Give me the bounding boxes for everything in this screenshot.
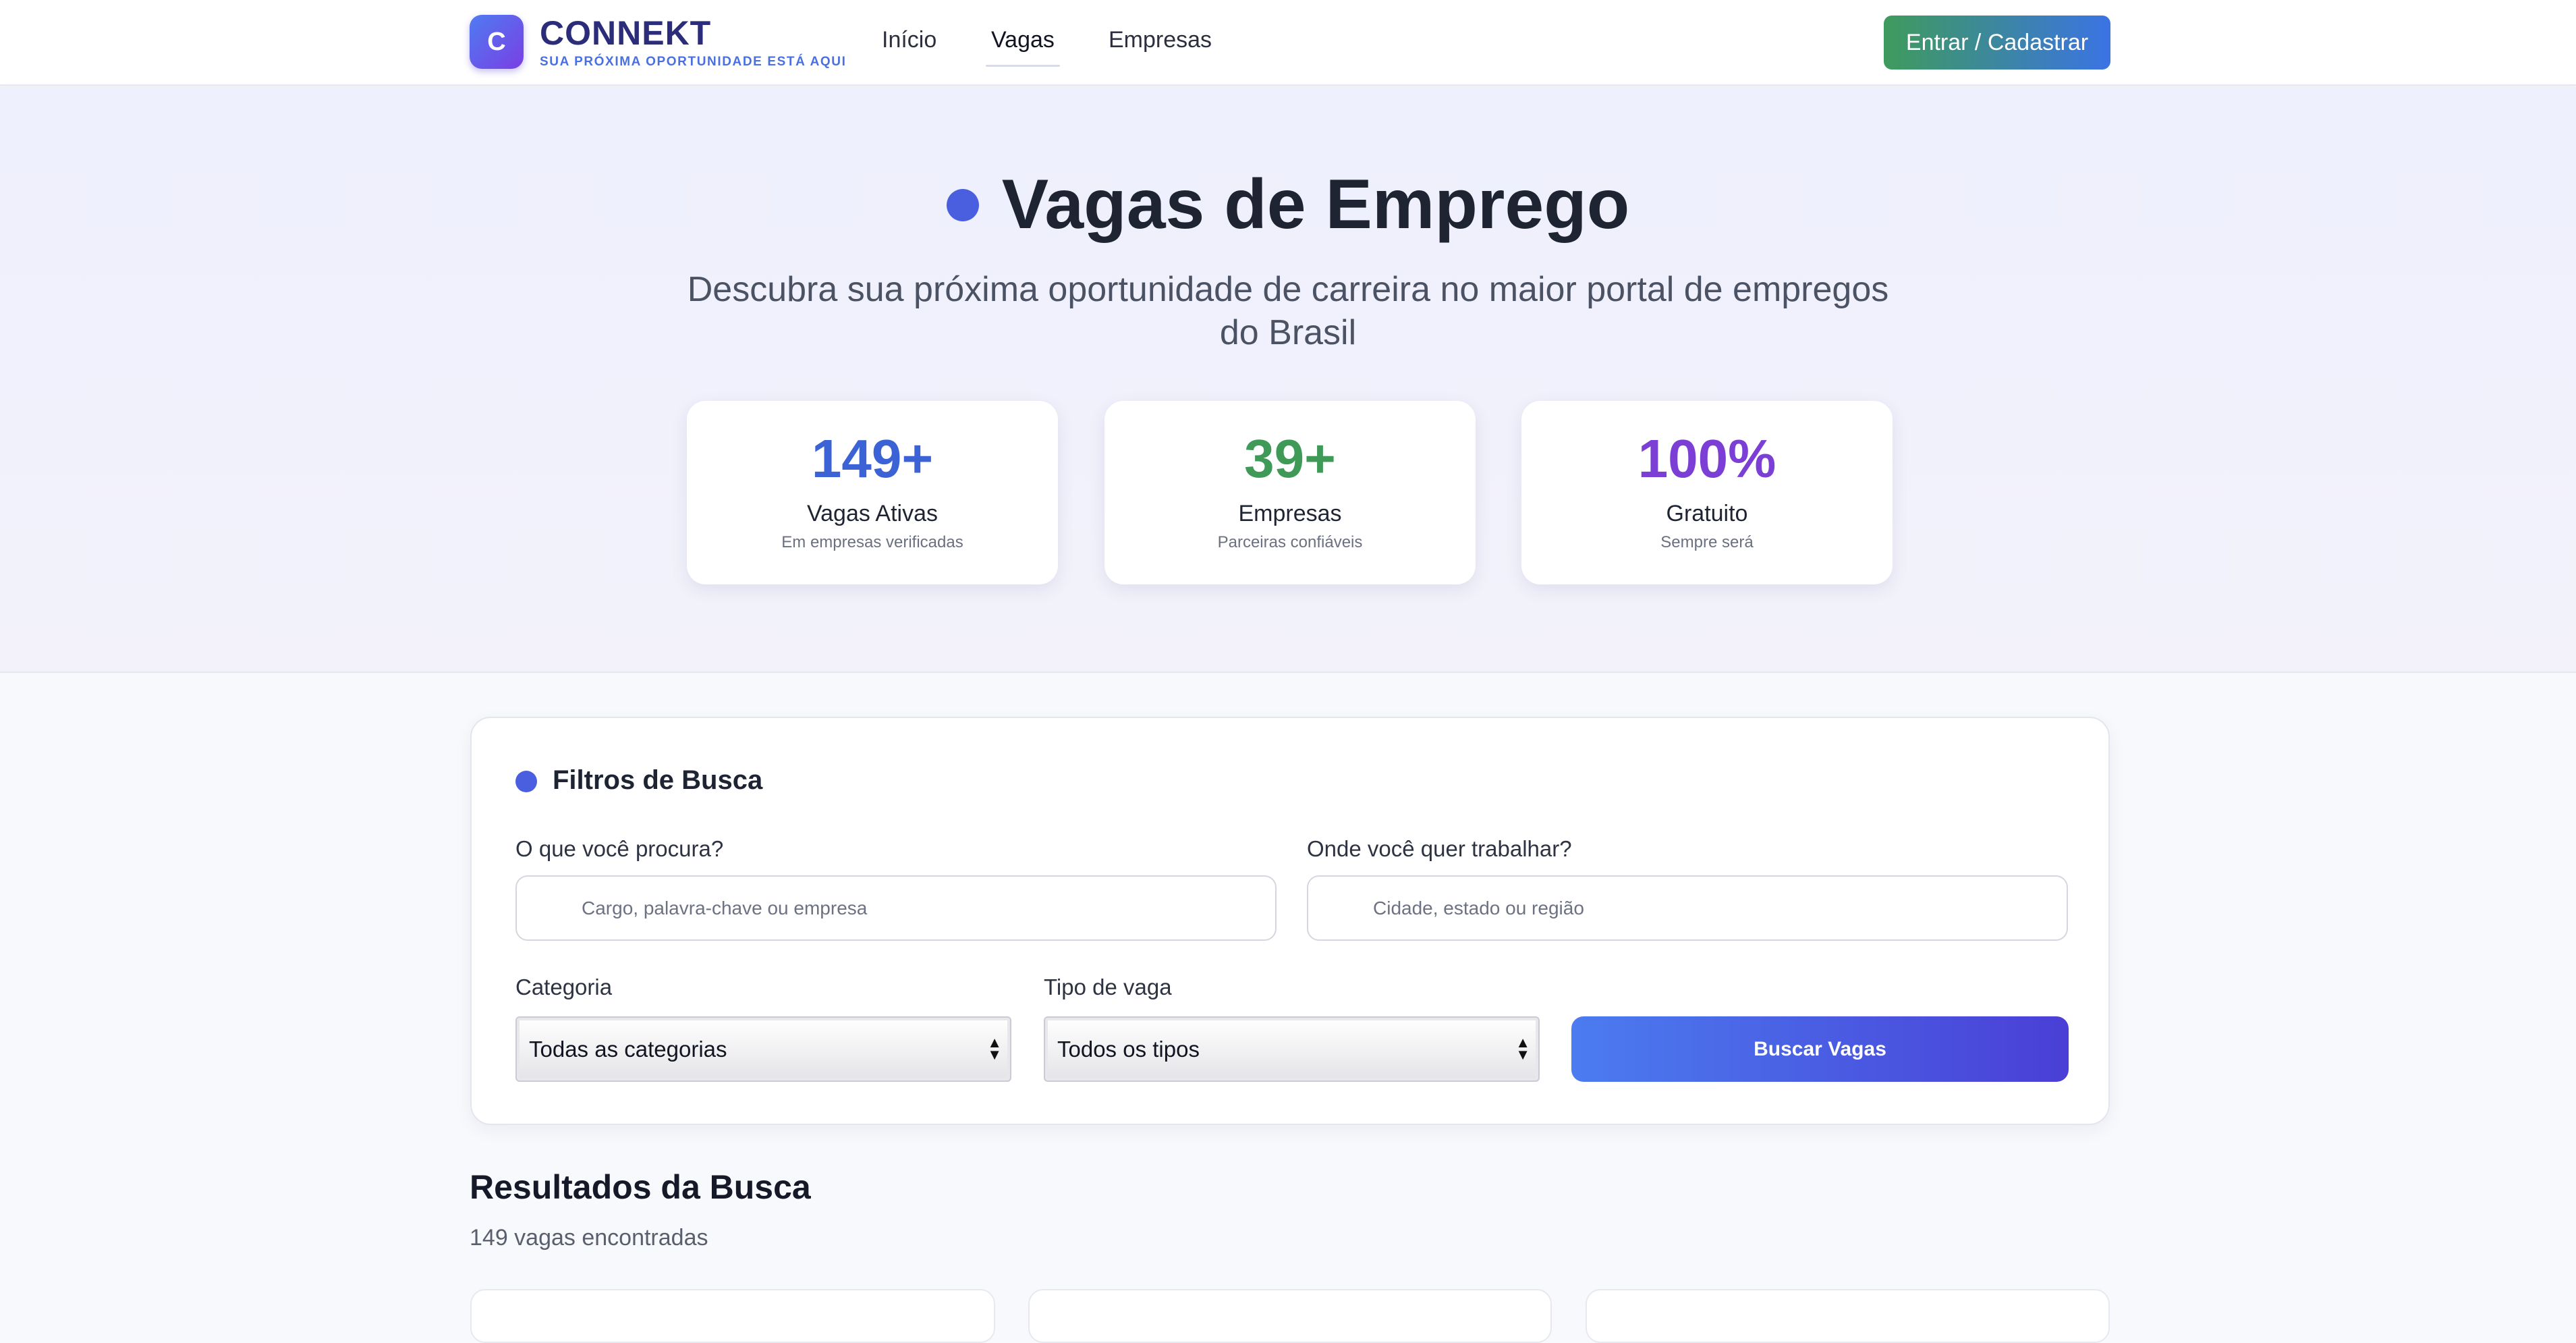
login-signup-button[interactable]: Entrar / Cadastrar (1884, 16, 2110, 70)
keyword-search-input[interactable] (515, 875, 1277, 941)
job-card[interactable] (470, 1289, 995, 1343)
brand-name[interactable]: CONNEKT (540, 13, 711, 53)
hero-subtitle: Descubra sua próxima oportunidade de car… (687, 270, 1889, 352)
job-type-select[interactable]: Todos os tipos ▲ ▼ (1044, 1016, 1540, 1082)
stat-value: 100% (1637, 429, 1776, 489)
category-select[interactable]: Todas as categorias ▲ ▼ (515, 1016, 1011, 1082)
filters-dot-icon (515, 771, 537, 792)
stat-value: 149+ (811, 429, 934, 489)
stat-value: 39+ (1244, 429, 1336, 489)
job-type-selected-value: Todos os tipos (1057, 1037, 1200, 1062)
job-card[interactable] (1586, 1289, 2110, 1343)
stat-card-companies: 39+ Empresas Parceiras confiáveis (1104, 401, 1476, 584)
search-jobs-button[interactable]: Buscar Vagas (1571, 1016, 2069, 1082)
stat-description: Parceiras confiáveis (1217, 533, 1363, 551)
stat-card-free: 100% Gratuito Sempre será (1521, 401, 1893, 584)
select-arrows-icon: ▲ ▼ (987, 1034, 1002, 1063)
hero-section: Vagas de Emprego Descubra sua próxima op… (0, 87, 2576, 673)
stat-description: Sempre será (1660, 533, 1754, 551)
stat-description: Em empresas verificadas (781, 533, 963, 551)
active-nav-underline (986, 65, 1060, 67)
stat-label: Empresas (1238, 501, 1342, 526)
nav-link-vagas[interactable]: Vagas (991, 27, 1055, 53)
stat-label: Gratuito (1666, 501, 1748, 526)
stat-card-jobs: 149+ Vagas Ativas Em empresas verificada… (687, 401, 1058, 584)
nav-link-inicio[interactable]: Início (882, 27, 936, 53)
results-count: 149 vagas encontradas (470, 1225, 708, 1251)
category-label: Categoria (515, 975, 613, 999)
select-arrows-icon: ▲ ▼ (1515, 1034, 1530, 1063)
hero-title-row: Vagas de Emprego (0, 165, 2576, 245)
results-title: Resultados da Busca (470, 1168, 811, 1206)
location-label: Onde você quer trabalhar? (1307, 836, 1572, 861)
filters-title: Filtros de Busca (553, 765, 763, 795)
logo-badge[interactable]: C (470, 15, 524, 69)
location-search-input[interactable] (1307, 875, 2068, 941)
search-filters-panel: Filtros de Busca O que você procura? Ond… (470, 717, 2110, 1125)
top-navbar: C CONNEKT SUA PRÓXIMA OPORTUNIDADE ESTÁ … (0, 0, 2576, 86)
nav-link-empresas[interactable]: Empresas (1109, 27, 1212, 53)
brand-tagline: SUA PRÓXIMA OPORTUNIDADE ESTÁ AQUI (540, 55, 847, 69)
stat-label: Vagas Ativas (806, 501, 939, 526)
keyword-label: O que você procura? (515, 836, 724, 861)
category-selected-value: Todas as categorias (529, 1037, 727, 1062)
title-dot-icon (946, 189, 979, 221)
job-type-label: Tipo de vaga (1044, 975, 1172, 999)
job-card[interactable] (1028, 1289, 1552, 1343)
page-title: Vagas de Emprego (1001, 165, 1630, 244)
